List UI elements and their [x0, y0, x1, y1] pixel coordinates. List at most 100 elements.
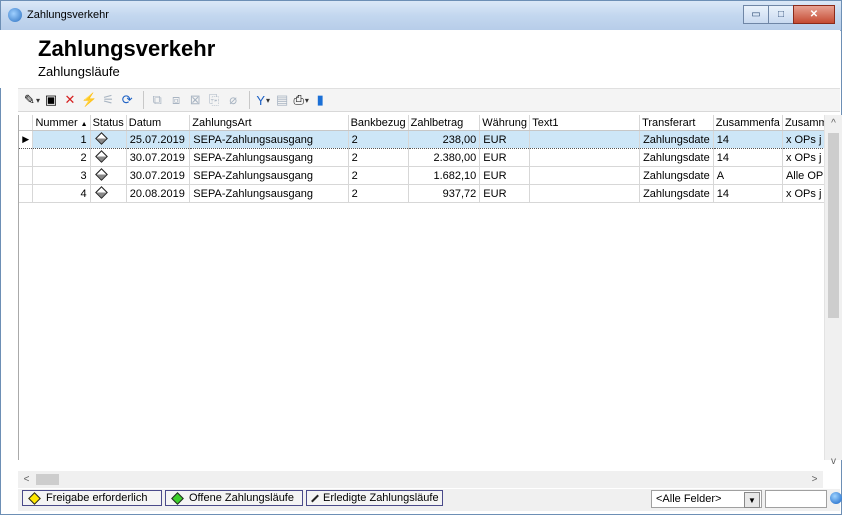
- cell-zusammenfa[interactable]: 14: [713, 130, 783, 149]
- scroll-down-icon[interactable]: v: [825, 453, 842, 469]
- scroll-up-icon[interactable]: ^: [825, 115, 842, 131]
- cell-datum[interactable]: 20.08.2019: [126, 184, 191, 203]
- cell-transferart[interactable]: Zahlungsdate: [639, 184, 714, 203]
- cell-waehrung[interactable]: EUR: [479, 184, 531, 203]
- cell-zusammenfa[interactable]: A: [713, 166, 783, 185]
- cell-text1[interactable]: [529, 166, 641, 185]
- cell-bankbezug[interactable]: 2: [348, 166, 409, 185]
- status-cell[interactable]: [90, 166, 127, 185]
- status-cell[interactable]: [90, 184, 127, 203]
- scroll-left-icon[interactable]: <: [18, 471, 35, 487]
- cell-betrag[interactable]: 2.380,00: [408, 148, 481, 167]
- cell-text1[interactable]: [529, 130, 641, 149]
- current-row-indicator-icon[interactable]: ▶: [19, 130, 34, 149]
- cell-text1[interactable]: [529, 148, 641, 167]
- cell-datum[interactable]: 30.07.2019: [126, 166, 191, 185]
- cell-nummer[interactable]: 2: [32, 148, 91, 167]
- chevron-down-icon[interactable]: ▼: [744, 492, 760, 508]
- split-icon[interactable]: ⚟: [100, 91, 116, 109]
- copy-icon[interactable]: ⎘: [206, 91, 222, 109]
- eraser-icon[interactable]: ⌀: [225, 91, 241, 109]
- table-row[interactable]: ▶ 1 25.07.2019 SEPA-Zahlungsausgang 2 238,00 E…: [19, 130, 841, 149]
- refresh-icon[interactable]: ⟳: [119, 91, 135, 109]
- filter-run-icon[interactable]: ⚡: [81, 91, 97, 109]
- search-input[interactable]: [765, 490, 827, 508]
- column-header-zahlungsart[interactable]: ZahlungsArt: [189, 115, 349, 131]
- cell-betrag[interactable]: 238,00: [408, 130, 481, 149]
- title-bar[interactable]: Zahlungsverkehr ▭ □ ✕: [1, 1, 841, 31]
- cell-nummer[interactable]: 1: [32, 130, 91, 149]
- cell-nummer[interactable]: 3: [32, 166, 91, 185]
- import-icon[interactable]: ⧈: [168, 91, 184, 109]
- field-select[interactable]: <Alle Felder> ▼: [651, 490, 762, 508]
- cell-zusammenfa[interactable]: 14: [713, 148, 783, 167]
- row-indicator[interactable]: [19, 148, 34, 167]
- scroll-right-icon[interactable]: >: [806, 471, 823, 487]
- toolbar-separator: [143, 91, 145, 109]
- horizontal-scroll-thumb[interactable]: [36, 474, 59, 485]
- print-icon[interactable]: ⎙ ▾: [293, 91, 309, 109]
- search-go-icon[interactable]: [830, 492, 842, 504]
- column-header-bankbezug[interactable]: Bankbezug: [348, 115, 409, 131]
- cell-waehrung[interactable]: EUR: [479, 130, 531, 149]
- dropdown-arrow-icon[interactable]: ▾: [305, 96, 309, 105]
- cell-transferart[interactable]: Zahlungsdate: [639, 130, 714, 149]
- cell-art[interactable]: SEPA-Zahlungsausgang: [189, 130, 349, 149]
- table-row[interactable]: 2 30.07.2019 SEPA-Zahlungsausgang 2 2.380,00…: [19, 148, 841, 167]
- cell-bankbezug[interactable]: 2: [348, 184, 409, 203]
- column-header-status[interactable]: Status: [90, 115, 127, 131]
- cell-art[interactable]: SEPA-Zahlungsausgang: [189, 184, 349, 203]
- column-header-datum[interactable]: Datum: [126, 115, 191, 131]
- filter-offene-button[interactable]: Offene Zahlungsläufe: [165, 490, 303, 506]
- delete-icon[interactable]: ✕: [62, 91, 78, 109]
- status-cell[interactable]: [90, 130, 127, 149]
- dropdown-arrow-icon[interactable]: ▾: [36, 96, 40, 105]
- cell-waehrung[interactable]: EUR: [479, 166, 531, 185]
- cell-nummer[interactable]: 4: [32, 184, 91, 203]
- filter-freigabe-button[interactable]: Freigabe erforderlich: [22, 490, 162, 506]
- column-header-nummer[interactable]: Nummer ▲: [32, 115, 91, 131]
- cell-transferart[interactable]: Zahlungsdate: [639, 166, 714, 185]
- column-header-w-hrung[interactable]: Währung: [479, 115, 531, 131]
- vertical-scroll-thumb[interactable]: [828, 133, 839, 318]
- column-header-label: ZahlungsArt: [192, 116, 252, 129]
- cell-datum[interactable]: 25.07.2019: [126, 130, 191, 149]
- filter-erledigte-button[interactable]: Erledigte Zahlungsläufe: [306, 490, 443, 506]
- close-button[interactable]: ✕: [793, 5, 835, 24]
- cell-zusammenfa[interactable]: 14: [713, 184, 783, 203]
- cell-betrag[interactable]: 937,72: [408, 184, 481, 203]
- vertical-scrollbar[interactable]: ^ v: [824, 115, 842, 467]
- cell-transferart[interactable]: Zahlungsdate: [639, 148, 714, 167]
- cancel-doc-icon[interactable]: ⊠: [187, 91, 203, 109]
- column-header-transferart[interactable]: Transferart: [639, 115, 714, 131]
- status-cell[interactable]: [90, 148, 127, 167]
- cell-bankbezug[interactable]: 2: [348, 148, 409, 167]
- table-row[interactable]: 3 30.07.2019 SEPA-Zahlungsausgang 2 1.682,10…: [19, 166, 841, 185]
- cell-betrag[interactable]: 1.682,10: [408, 166, 481, 185]
- cell-text1[interactable]: [529, 184, 641, 203]
- export-icon[interactable]: ⧉: [149, 91, 165, 109]
- document-icon[interactable]: ▤: [274, 91, 290, 109]
- cell-datum[interactable]: 30.07.2019: [126, 148, 191, 167]
- dropdown-arrow-icon[interactable]: ▾: [266, 96, 270, 105]
- export-glyph: ⧉: [152, 92, 162, 107]
- column-header-zusammenfa[interactable]: Zusammenfa: [713, 115, 783, 131]
- horizontal-scrollbar[interactable]: < >: [18, 471, 823, 488]
- cell-waehrung[interactable]: EUR: [479, 148, 531, 167]
- column-header-text1[interactable]: Text1: [529, 115, 641, 131]
- minimize-button[interactable]: ▭: [743, 5, 769, 24]
- edit-record-icon[interactable]: ▣: [43, 91, 59, 109]
- row-indicator[interactable]: [19, 184, 34, 203]
- maximize-button[interactable]: □: [768, 5, 794, 24]
- new-wand-icon[interactable]: ✎ ▾: [24, 91, 40, 109]
- cell-bankbezug[interactable]: 2: [348, 130, 409, 149]
- cell-art[interactable]: SEPA-Zahlungsausgang: [189, 166, 349, 185]
- filter-icon[interactable]: Y ▾: [255, 91, 271, 109]
- table-row[interactable]: 4 20.08.2019 SEPA-Zahlungsausgang 2 937,72 EU…: [19, 184, 841, 203]
- print-glyph: ⎙: [293, 92, 304, 107]
- column-header-label: Status: [92, 116, 124, 129]
- cell-art[interactable]: SEPA-Zahlungsausgang: [189, 148, 349, 167]
- book-icon[interactable]: ▮: [312, 91, 328, 109]
- row-indicator[interactable]: [19, 166, 34, 185]
- column-header-zahlbetrag[interactable]: Zahlbetrag: [408, 115, 481, 131]
